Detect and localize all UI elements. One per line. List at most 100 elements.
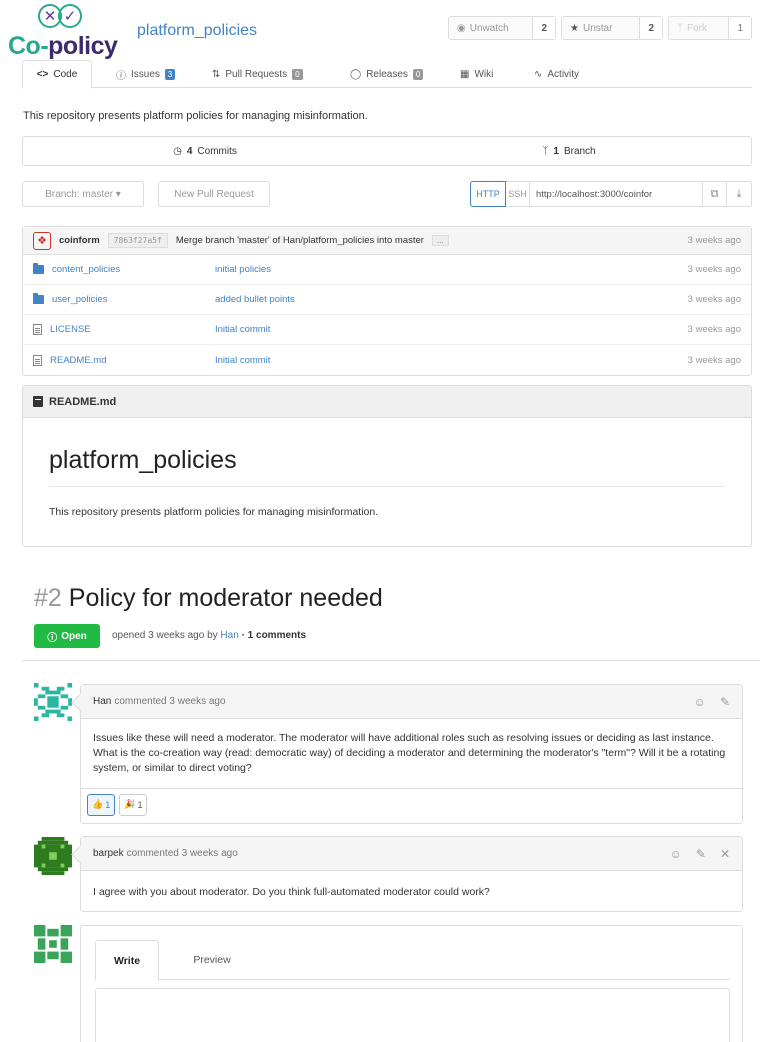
- commits-link[interactable]: ◷ 4 Commits: [23, 137, 387, 165]
- current-user-avatar[interactable]: [34, 925, 72, 963]
- file-table: ❖ coinform 7863f27a5f Merge branch 'mast…: [22, 226, 752, 376]
- tab-releases[interactable]: ◯ Releases 0: [340, 60, 433, 88]
- fork-label: Fork: [687, 22, 707, 34]
- unwatch-button[interactable]: ◉ Unwatch 2: [448, 16, 556, 40]
- file-name[interactable]: LICENSE: [50, 324, 91, 335]
- logo-text: Co-policy: [8, 32, 118, 61]
- pull-request-icon: ⇅: [212, 68, 221, 80]
- tab-issues[interactable]: ⓘ Issues 3: [106, 60, 185, 88]
- issue-title-text: Policy for moderator needed: [68, 584, 383, 612]
- comment-author[interactable]: Han: [93, 696, 111, 707]
- comment-time: commented 3 weeks ago: [126, 848, 238, 859]
- issue-meta: opened 3 weeks ago by Han · 1 comments: [112, 630, 306, 641]
- file-commit-message[interactable]: Initial commit: [215, 355, 270, 366]
- file-commit-message[interactable]: Initial commit: [215, 324, 270, 335]
- readme-panel: README.md platform_policies This reposit…: [22, 385, 752, 547]
- branch-label: Branch: [563, 145, 596, 157]
- han-avatar[interactable]: [34, 683, 72, 721]
- commit-sha[interactable]: 7863f27a5f: [107, 233, 168, 248]
- repo-name-link[interactable]: platform_policies: [137, 22, 257, 40]
- new-pull-request-button[interactable]: New Pull Request: [158, 181, 270, 207]
- clone-url-group: HTTP SSH http://localhost:3000/coinfor ⧉…: [470, 181, 752, 207]
- thumbs-up-reaction[interactable]: 👍 1: [87, 793, 116, 816]
- tab-activity[interactable]: ∿ Activity: [524, 60, 589, 88]
- edit-icon[interactable]: ✎: [720, 695, 730, 709]
- commits-label: Commits: [197, 145, 237, 157]
- clone-ssh-button[interactable]: SSH: [506, 182, 530, 206]
- comment-editor: Write Preview: [80, 925, 743, 1042]
- tab-label: Pull Requests: [225, 68, 288, 80]
- delete-icon[interactable]: ✕: [720, 847, 730, 861]
- file-time: 3 weeks ago: [687, 324, 741, 335]
- folder-icon: [33, 263, 44, 274]
- comment-body: Issues like these will need a moderator.…: [93, 732, 726, 774]
- issues-count-badge: 3: [164, 68, 176, 80]
- fork-button[interactable]: ᛉ Fork 1: [668, 16, 752, 40]
- logo-text-a: Co-: [8, 32, 49, 60]
- commit-author[interactable]: coinform: [59, 235, 100, 246]
- unstar-button[interactable]: ★ Unstar 2: [561, 16, 663, 40]
- file-row[interactable]: content_policies initial policies 3 week…: [23, 255, 751, 285]
- tab-label: Wiki: [474, 68, 494, 80]
- file-name[interactable]: content_policies: [52, 264, 120, 275]
- issue-author-link[interactable]: Han: [220, 630, 238, 641]
- write-tab[interactable]: Write: [95, 940, 159, 981]
- issue-comment-count: · 1 comments: [241, 630, 307, 641]
- comment-header: Han commented 3 weeks ago ☺ ✎: [81, 685, 742, 719]
- watch-count[interactable]: 2: [533, 17, 555, 39]
- tab-code[interactable]: <> Code: [22, 60, 92, 89]
- issue-status-badge: ⓘ Open: [34, 624, 100, 648]
- logo-marks: ✕ ✓: [38, 4, 82, 28]
- commit-more-button[interactable]: ...: [431, 235, 449, 246]
- book-icon: ▦: [460, 68, 470, 80]
- logo-text-b: policy: [48, 32, 118, 60]
- coinform-avatar[interactable]: ❖: [33, 231, 51, 250]
- clone-url-input[interactable]: http://localhost:3000/coinfor: [530, 182, 703, 206]
- fork-count[interactable]: 1: [729, 17, 751, 39]
- add-reaction-icon[interactable]: ☺: [694, 695, 706, 709]
- latest-commit-row: ❖ coinform 7863f27a5f Merge branch 'mast…: [23, 227, 751, 255]
- branch-selector[interactable]: Branch: master ▾: [22, 181, 144, 207]
- preview-tab[interactable]: Preview: [177, 940, 247, 980]
- file-name[interactable]: README.md: [50, 355, 106, 366]
- add-reaction-icon[interactable]: ☺: [670, 847, 682, 861]
- barpek-avatar[interactable]: [34, 837, 72, 875]
- file-name[interactable]: user_policies: [52, 294, 107, 305]
- file-row[interactable]: user_policies added bullet points 3 week…: [23, 285, 751, 315]
- download-icon[interactable]: ⤓: [727, 182, 751, 206]
- comment-body: I agree with you about moderator. Do you…: [93, 886, 490, 898]
- releases-count-badge: 0: [412, 68, 424, 80]
- branches-link[interactable]: ᛉ 1 Branch: [387, 137, 751, 165]
- readme-header: README.md: [23, 386, 751, 418]
- repo-stats-bar: ◷ 4 Commits ᛉ 1 Branch: [22, 136, 752, 166]
- file-row[interactable]: LICENSE Initial commit 3 weeks ago: [23, 315, 751, 345]
- tab-label: Code: [53, 69, 78, 80]
- star-count[interactable]: 2: [640, 17, 662, 39]
- comment-author[interactable]: barpek: [93, 848, 124, 859]
- tab-wiki[interactable]: ▦ Wiki: [450, 60, 503, 88]
- eye-icon: ◉: [457, 22, 466, 34]
- tab-pull-requests[interactable]: ⇅ Pull Requests 0: [202, 60, 313, 88]
- clone-http-button[interactable]: HTTP: [470, 181, 506, 207]
- folder-icon: [33, 293, 44, 304]
- file-time: 3 weeks ago: [687, 264, 741, 275]
- file-commit-message[interactable]: added bullet points: [215, 294, 295, 305]
- tada-reaction[interactable]: 🎉 1: [119, 793, 148, 816]
- commits-count: 4: [186, 145, 193, 157]
- comment-reactions: 👍 1 🎉 1: [81, 788, 742, 820]
- issue-opened-text: opened 3 weeks ago by: [112, 630, 218, 641]
- edit-icon[interactable]: ✎: [696, 847, 706, 861]
- copy-icon[interactable]: ⧉: [703, 182, 727, 206]
- book-icon: [33, 396, 43, 407]
- comment-header: barpek commented 3 weeks ago ☺ ✎ ✕: [81, 837, 742, 871]
- issue-number: #2: [34, 584, 62, 612]
- copolicy-logo[interactable]: ✕ ✓ Co-policy: [8, 4, 133, 60]
- file-row[interactable]: README.md Initial commit 3 weeks ago: [23, 345, 751, 375]
- comment-textarea[interactable]: [95, 988, 730, 1042]
- repo-tabs: <> Code ⓘ Issues 3 ⇅ Pull Requests 0 ◯ R…: [22, 60, 752, 89]
- commit-message[interactable]: Merge branch 'master' of Han/platform_po…: [176, 235, 424, 246]
- file-icon: [33, 354, 42, 366]
- readme-filename: README.md: [49, 395, 117, 408]
- file-commit-message[interactable]: initial policies: [215, 264, 271, 275]
- pulse-icon: ∿: [534, 68, 543, 80]
